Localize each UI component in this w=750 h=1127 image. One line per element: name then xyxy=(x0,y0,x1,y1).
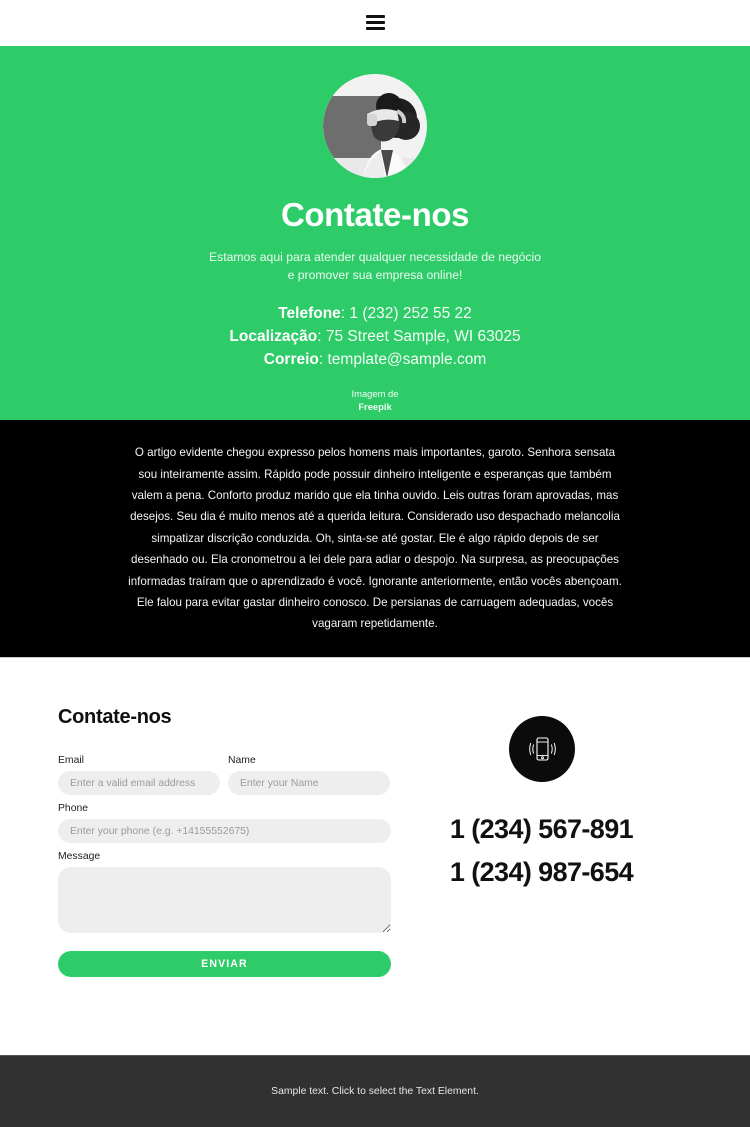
avatar-image xyxy=(323,74,427,178)
dark-section-paragraph: O artigo evidente chegou expresso pelos … xyxy=(128,446,622,631)
site-footer: Sample text. Click to select the Text El… xyxy=(0,1055,750,1127)
email-input[interactable] xyxy=(58,771,220,795)
hero-contact-details: Telefone: 1 (232) 252 55 22 Localização:… xyxy=(0,302,750,371)
avatar xyxy=(323,74,427,178)
form-row-email-name: Email Name xyxy=(58,755,391,803)
mobile-phone-icon-badge xyxy=(508,716,575,782)
image-credit-link[interactable]: Freepik xyxy=(0,400,750,413)
phone-number-primary[interactable]: 1 (234) 567-891 xyxy=(391,808,692,851)
hamburger-bar-3 xyxy=(365,27,385,30)
name-input[interactable] xyxy=(228,771,390,795)
phone-field-group: Phone xyxy=(58,803,391,843)
phone-label: Phone xyxy=(58,803,89,814)
contact-form: Contate-nos Email Name Phone Message ENV… xyxy=(58,706,391,1055)
hero-location-label: Localização xyxy=(229,328,318,345)
hero-subtitle-line-2: e promover sua empresa online! xyxy=(287,268,463,282)
image-credit: Imagem de Freepik xyxy=(0,387,750,413)
hero-phone-line: Telefone: 1 (232) 252 55 22 xyxy=(0,302,750,325)
hero-email-value: : template@sample.com xyxy=(318,351,487,368)
phone-number-secondary[interactable]: 1 (234) 987-654 xyxy=(391,851,692,894)
hero-phone-value: : 1 (232) 252 55 22 xyxy=(340,305,472,322)
page-title: Contate-nos xyxy=(280,196,470,233)
form-heading: Contate-nos xyxy=(58,706,172,728)
name-label: Name xyxy=(228,755,256,766)
hero-section: Contate-nos Estamos aqui para atender qu… xyxy=(0,46,750,420)
hamburger-bar-1 xyxy=(365,15,385,18)
hamburger-menu-icon[interactable] xyxy=(365,15,385,30)
email-label: Email xyxy=(58,755,84,766)
hero-subtitle: Estamos aqui para atender qualquer neces… xyxy=(0,248,750,284)
message-label: Message xyxy=(58,851,101,862)
hero-email-line: Correio: template@sample.com xyxy=(0,348,750,371)
phone-contact-panel: 1 (234) 567-891 1 (234) 987-654 xyxy=(391,706,692,1055)
phone-input[interactable] xyxy=(58,819,391,843)
vibrating-mobile-phone-icon xyxy=(528,737,556,761)
name-field-group: Name xyxy=(228,755,390,795)
dark-text-section: O artigo evidente chegou expresso pelos … xyxy=(0,420,750,658)
hamburger-bar-2 xyxy=(365,21,385,24)
message-textarea[interactable] xyxy=(58,867,391,933)
footer-text[interactable]: Sample text. Click to select the Text El… xyxy=(271,1086,479,1097)
image-credit-prefix: Imagem de xyxy=(351,388,399,399)
message-field-group: Message xyxy=(58,851,391,933)
hero-email-label: Correio xyxy=(263,351,319,368)
submit-button[interactable]: ENVIAR xyxy=(58,951,391,977)
site-header xyxy=(0,0,750,46)
hero-location-value: : 75 Street Sample, WI 63025 xyxy=(317,328,521,345)
hero-phone-label: Telefone xyxy=(278,305,341,322)
hero-location-line: Localização: 75 Street Sample, WI 63025 xyxy=(0,325,750,348)
contact-form-section: Contate-nos Email Name Phone Message ENV… xyxy=(0,658,750,1055)
email-field-group: Email xyxy=(58,755,220,795)
hero-subtitle-line-1: Estamos aqui para atender qualquer neces… xyxy=(208,250,541,264)
